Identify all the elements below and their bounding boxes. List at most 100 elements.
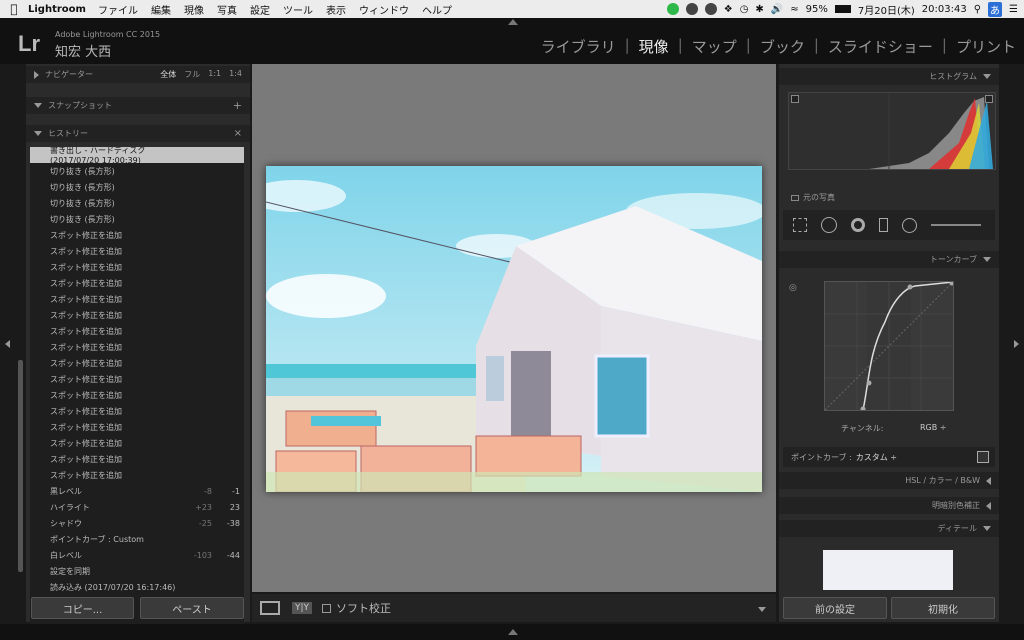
sync-icon[interactable] — [704, 3, 717, 15]
menu-file[interactable]: ファイル — [98, 2, 138, 17]
hsl-header[interactable]: HSL / カラー / B&W — [779, 472, 999, 489]
left-panel-toggle[interactable] — [5, 340, 10, 348]
history-row[interactable]: スポット修正を追加 — [30, 451, 244, 467]
histogram-header[interactable]: ヒストグラム — [779, 68, 999, 85]
radial-filter-icon[interactable] — [902, 217, 917, 233]
menu-develop[interactable]: 現像 — [184, 2, 204, 17]
history-row[interactable]: シャドウ -25 -38 — [30, 515, 244, 531]
menu-view[interactable]: 表示 — [326, 2, 346, 17]
history-row[interactable]: 設定を同期 — [30, 563, 244, 579]
adjustment-brush-icon[interactable] — [931, 224, 981, 226]
history-row[interactable]: 黒レベル -8 -1 — [30, 483, 244, 499]
history-row[interactable]: ポイントカーブ : Custom — [30, 531, 244, 547]
zoom-fit[interactable]: 全体 — [160, 69, 176, 80]
previous-settings-button[interactable]: 前の設定 — [783, 597, 887, 619]
highlight-clipping-icon[interactable] — [985, 95, 993, 103]
notification-center-icon[interactable]: ☰ — [1009, 4, 1018, 15]
menu-settings[interactable]: 設定 — [250, 2, 270, 17]
history-row[interactable]: ハイライト +23 23 — [30, 499, 244, 515]
histogram[interactable] — [788, 92, 996, 170]
history-row[interactable]: 切り抜き (長方形) — [30, 195, 244, 211]
wifi-icon[interactable]: ≈ — [790, 4, 798, 15]
history-row[interactable]: スポット修正を追加 — [30, 307, 244, 323]
crop-tool-icon[interactable] — [793, 218, 807, 232]
line-icon[interactable] — [666, 3, 679, 15]
history-row[interactable]: スポット修正を追加 — [30, 323, 244, 339]
bluetooth-icon[interactable]: ✱ — [755, 4, 763, 15]
history-row[interactable]: スポット修正を追加 — [30, 435, 244, 451]
toolbar-menu-icon[interactable] — [758, 602, 766, 615]
target-adjust-icon[interactable]: ◎ — [789, 283, 797, 293]
input-method[interactable]: あ — [988, 1, 1003, 17]
history-row[interactable]: 切り抜き (長方形) — [30, 163, 244, 179]
red-eye-icon[interactable] — [851, 218, 865, 232]
history-row[interactable]: スポット修正を追加 — [30, 387, 244, 403]
history-row[interactable]: スポット修正を追加 — [30, 339, 244, 355]
menu-photo[interactable]: 写真 — [217, 2, 237, 17]
bottom-panel-toggle[interactable] — [508, 629, 518, 635]
history-row[interactable]: 切り抜き (長方形) — [30, 211, 244, 227]
zoom-1-1[interactable]: 1:1 — [208, 69, 221, 80]
time-machine-icon[interactable]: ◷ — [740, 4, 749, 15]
evernote-icon[interactable]: ❖ — [724, 4, 733, 15]
zoom-1-4[interactable]: 1:4 — [229, 69, 242, 80]
history-row[interactable]: スポット修正を追加 — [30, 467, 244, 483]
graduated-filter-icon[interactable] — [879, 218, 888, 232]
loupe-view-icon[interactable] — [260, 601, 280, 615]
history-row[interactable]: 読み込み (2017/07/20 16:17:46) — [30, 579, 244, 595]
spotlight-icon[interactable]: ⚲ — [974, 4, 981, 15]
creative-cloud-icon[interactable] — [685, 3, 698, 15]
before-after-button[interactable]: Y|Y — [292, 602, 313, 614]
module-slideshow[interactable]: スライドショー — [828, 36, 933, 57]
history-header[interactable]: ヒストリー × — [26, 125, 250, 142]
history-row[interactable]: 書き出し - ハードディスク (2017/07/20 17:00:39) — [30, 147, 244, 165]
clear-history-icon[interactable]: × — [234, 128, 242, 139]
tone-curve-graph[interactable] — [824, 280, 955, 412]
battery-icon[interactable] — [834, 5, 851, 13]
module-develop[interactable]: 現像 — [639, 36, 669, 57]
edit-point-curve-icon[interactable] — [977, 451, 989, 463]
top-panel-toggle[interactable] — [508, 19, 518, 25]
zoom-fill[interactable]: フル — [184, 69, 200, 80]
module-book[interactable]: ブック — [760, 36, 805, 57]
history-scrollbar[interactable] — [18, 360, 23, 572]
history-list[interactable]: 書き出し - ハードディスク (2017/07/20 17:00:39) 切り抜き… — [30, 147, 244, 640]
snapshot-header[interactable]: スナップショット + — [26, 97, 250, 114]
menu-tools[interactable]: ツール — [283, 2, 313, 17]
menu-edit[interactable]: 編集 — [151, 2, 171, 17]
history-row[interactable]: スポット修正を追加 — [30, 403, 244, 419]
date[interactable]: 7月20日(木) — [858, 2, 915, 17]
detail-preview[interactable] — [823, 550, 953, 590]
point-curve-select[interactable]: カスタム ÷ — [856, 452, 897, 463]
history-row[interactable]: スポット修正を追加 — [30, 259, 244, 275]
apple-icon[interactable]:  — [0, 2, 28, 16]
detail-header[interactable]: ディテール — [779, 520, 999, 537]
spot-removal-icon[interactable] — [821, 217, 837, 233]
history-row[interactable]: 白レベル -103 -44 — [30, 547, 244, 563]
history-row[interactable]: スポット修正を追加 — [30, 291, 244, 307]
menu-help[interactable]: ヘルプ — [422, 2, 452, 17]
volume-icon[interactable]: 🔊 — [771, 4, 783, 15]
history-row[interactable]: スポット修正を追加 — [30, 371, 244, 387]
module-print[interactable]: プリント — [956, 36, 1016, 57]
add-snapshot-icon[interactable]: + — [233, 99, 242, 112]
history-row[interactable]: スポット修正を追加 — [30, 275, 244, 291]
menu-window[interactable]: ウィンドウ — [359, 2, 409, 17]
right-panel-toggle[interactable] — [1014, 340, 1019, 348]
photo-preview[interactable] — [266, 166, 762, 492]
history-row[interactable]: スポット修正を追加 — [30, 243, 244, 259]
history-row[interactable]: 切り抜き (長方形) — [30, 179, 244, 195]
split-toning-header[interactable]: 明暗別色補正 — [779, 497, 999, 514]
clock[interactable]: 20:03:43 — [922, 4, 967, 15]
paste-button[interactable]: ペースト — [140, 597, 244, 619]
shadow-clipping-icon[interactable] — [791, 95, 799, 103]
module-library[interactable]: ライブラリ — [541, 36, 616, 57]
history-row[interactable]: スポット修正を追加 — [30, 419, 244, 435]
softproof-checkbox[interactable] — [322, 603, 332, 613]
copy-button[interactable]: コピー... — [31, 597, 134, 619]
channel-select[interactable]: RGB ÷ — [920, 423, 947, 432]
tone-curve-header[interactable]: トーンカーブ — [779, 251, 999, 268]
app-menu[interactable]: Lightroom — [28, 4, 86, 15]
module-map[interactable]: マップ — [692, 36, 737, 57]
history-row[interactable]: スポット修正を追加 — [30, 355, 244, 371]
